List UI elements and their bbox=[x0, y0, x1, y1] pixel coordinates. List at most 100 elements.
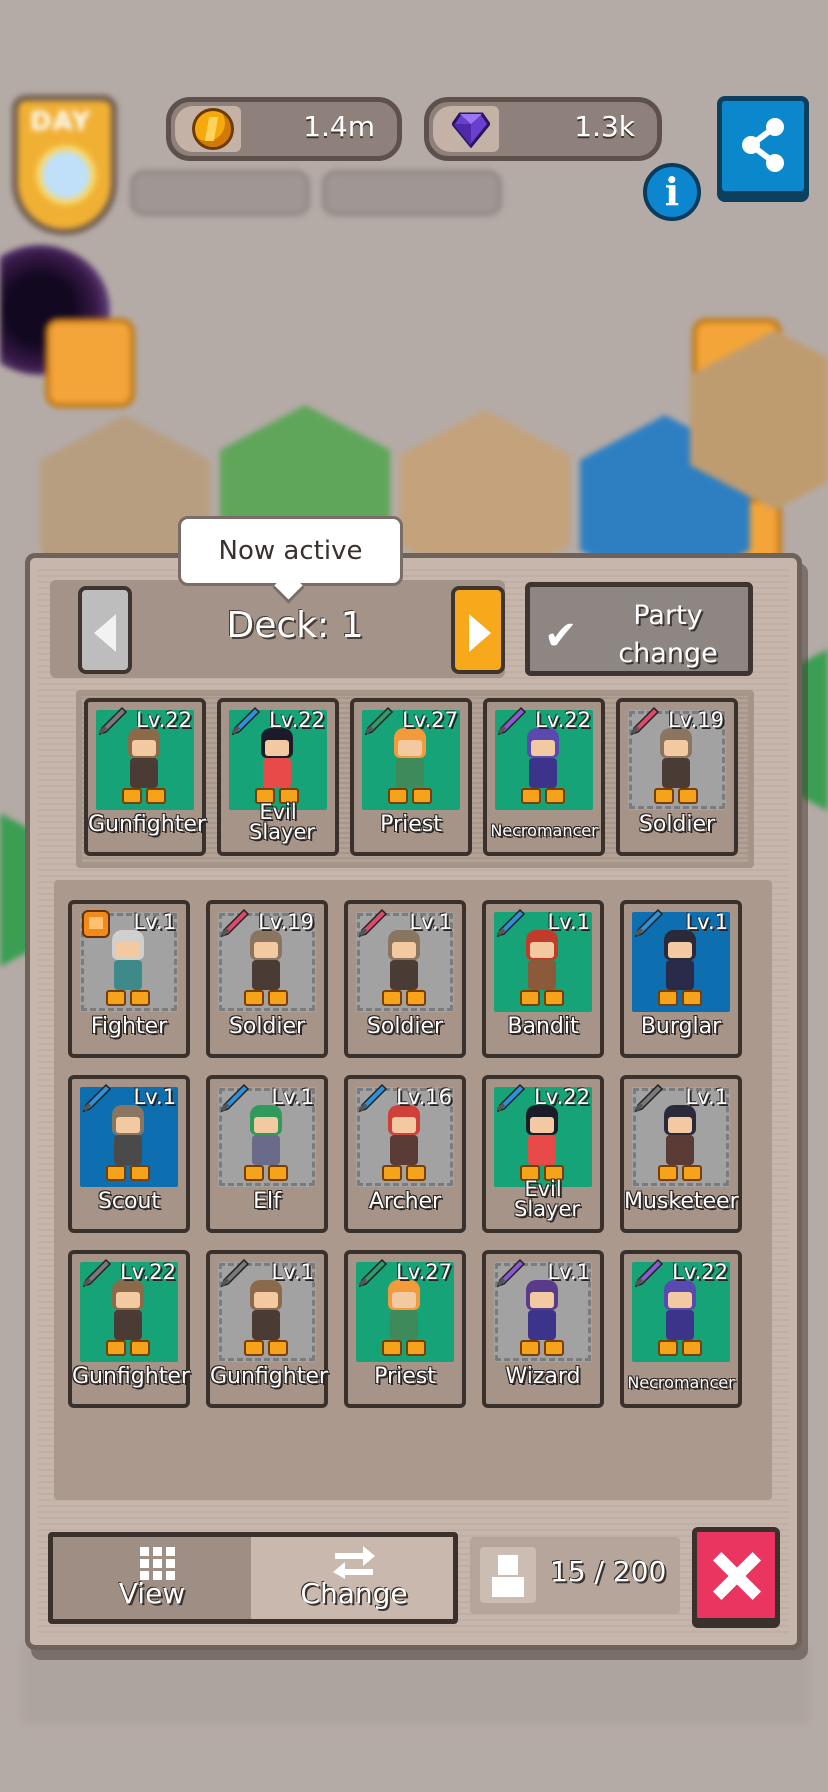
character-name: Musketeer bbox=[624, 1189, 739, 1214]
character-card[interactable]: Lv.19 Soldier bbox=[616, 698, 738, 856]
blue-sword-icon bbox=[496, 1083, 526, 1113]
character-card[interactable]: Lv.22 Gunfighter bbox=[68, 1250, 190, 1408]
blue-spear-icon bbox=[634, 908, 664, 938]
character-card[interactable]: Lv.22 Gunfighter bbox=[84, 698, 206, 856]
character-sprite bbox=[240, 1278, 292, 1360]
unit-count: 15 / 200 bbox=[470, 1537, 680, 1614]
purple-staff-icon bbox=[634, 1258, 664, 1288]
change-tab[interactable]: Change bbox=[255, 1537, 453, 1619]
character-card[interactable]: Lv.16 Archer bbox=[344, 1075, 466, 1233]
character-card[interactable]: Lv.1 Bandit bbox=[482, 900, 604, 1058]
character-level: Lv.1 bbox=[271, 1085, 314, 1109]
gem-counter: 1.3k bbox=[424, 97, 662, 161]
character-sprite bbox=[378, 1103, 430, 1185]
purple-staff-icon bbox=[497, 706, 527, 736]
character-sprite bbox=[240, 1103, 292, 1185]
character-sprite bbox=[251, 726, 303, 808]
character-card[interactable]: Lv.22 Evil Slayer bbox=[482, 1075, 604, 1233]
character-sprite bbox=[516, 1278, 568, 1360]
character-level: Lv.22 bbox=[534, 1085, 590, 1109]
character-level: Lv.1 bbox=[271, 1260, 314, 1284]
character-sprite bbox=[118, 726, 170, 808]
checkmark-icon: ✔ bbox=[544, 613, 578, 659]
character-name: Gunfighter bbox=[210, 1364, 328, 1389]
share-icon bbox=[742, 118, 784, 172]
character-level: Lv.22 bbox=[672, 1260, 728, 1284]
character-sprite bbox=[102, 1278, 154, 1360]
character-sprite bbox=[102, 1103, 154, 1185]
character-level: Lv.27 bbox=[402, 708, 458, 732]
gun-icon bbox=[634, 1083, 664, 1113]
character-name: Priest bbox=[374, 1364, 436, 1389]
character-card[interactable]: Lv.1 Fighter bbox=[68, 900, 190, 1058]
character-sprite bbox=[654, 928, 706, 1010]
character-name: Gunfighter bbox=[88, 812, 206, 837]
blue-sword-icon bbox=[220, 1083, 250, 1113]
character-sprite bbox=[378, 928, 430, 1010]
character-card[interactable]: Lv.27 Priest bbox=[350, 698, 472, 856]
character-name: Fighter bbox=[90, 1014, 168, 1039]
character-name: Soldier bbox=[638, 812, 716, 837]
character-level: Lv.1 bbox=[685, 910, 728, 934]
character-sprite bbox=[650, 726, 702, 808]
deck-label: Deck: 1 bbox=[226, 605, 364, 646]
red-dagger-icon bbox=[220, 908, 250, 938]
share-button[interactable] bbox=[717, 96, 809, 196]
character-level: Lv.27 bbox=[396, 1260, 452, 1284]
person-icon bbox=[480, 1547, 536, 1603]
character-sprite bbox=[384, 726, 436, 808]
character-card[interactable]: Lv.1 Burglar bbox=[620, 900, 742, 1058]
character-name: Necromancer bbox=[490, 821, 598, 840]
character-card[interactable]: Lv.19 Soldier bbox=[206, 900, 328, 1058]
character-card[interactable]: Lv.1 Gunfighter bbox=[206, 1250, 328, 1408]
party-change-button[interactable]: ✔ Party change bbox=[525, 582, 753, 676]
character-name: Evil Slayer bbox=[514, 1177, 581, 1221]
coin-value: 1.4m bbox=[303, 110, 375, 143]
view-tab[interactable]: View bbox=[53, 1537, 251, 1619]
info-button[interactable]: i bbox=[643, 163, 701, 221]
character-card[interactable]: Lv.1 Elf bbox=[206, 1075, 328, 1233]
previous-deck-button[interactable] bbox=[78, 586, 132, 674]
character-name: Evil Slayer bbox=[249, 800, 316, 844]
character-level: Lv.1 bbox=[133, 1085, 176, 1109]
gem-icon bbox=[452, 112, 490, 148]
character-card[interactable]: Lv.22 Necromancer bbox=[620, 1250, 742, 1408]
character-name: Archer bbox=[368, 1189, 442, 1214]
next-deck-button[interactable] bbox=[451, 586, 505, 674]
character-card[interactable]: Lv.1 Scout bbox=[68, 1075, 190, 1233]
blue-sword-icon bbox=[358, 1083, 388, 1113]
character-level: Lv.22 bbox=[269, 708, 325, 732]
coin-counter: 1.4m bbox=[166, 97, 402, 161]
character-sprite bbox=[240, 928, 292, 1010]
view-mode-tabs: View Change bbox=[48, 1532, 458, 1624]
character-name: Soldier bbox=[366, 1014, 444, 1039]
blue-spear-icon bbox=[82, 1083, 112, 1113]
now-active-tooltip: Now active bbox=[178, 516, 403, 586]
change-label: Change bbox=[300, 1577, 408, 1610]
character-card[interactable]: Lv.1 Wizard bbox=[482, 1250, 604, 1408]
red-dagger-icon bbox=[358, 908, 388, 938]
close-button[interactable] bbox=[692, 1527, 780, 1623]
character-card[interactable]: Lv.22 Necromancer bbox=[483, 698, 605, 856]
character-sprite bbox=[516, 928, 568, 1010]
character-card[interactable]: Lv.22 Evil Slayer bbox=[217, 698, 339, 856]
character-card[interactable]: Lv.1 Soldier bbox=[344, 900, 466, 1058]
info-icon: i bbox=[664, 169, 680, 214]
character-card[interactable]: Lv.1 Musketeer bbox=[620, 1075, 742, 1233]
character-level: Lv.22 bbox=[535, 708, 591, 732]
character-sprite bbox=[102, 928, 154, 1010]
character-level: Lv.16 bbox=[396, 1085, 452, 1109]
gun-icon bbox=[220, 1258, 250, 1288]
character-name: Bandit bbox=[507, 1014, 579, 1039]
character-level: Lv.19 bbox=[668, 708, 724, 732]
fist-icon bbox=[82, 910, 110, 938]
blue-spear-icon bbox=[496, 908, 526, 938]
green-staff-icon bbox=[364, 706, 394, 736]
character-sprite bbox=[654, 1278, 706, 1360]
purple-staff-icon bbox=[496, 1258, 526, 1288]
character-card[interactable]: Lv.27 Priest bbox=[344, 1250, 466, 1408]
gun-icon bbox=[82, 1258, 112, 1288]
character-level: Lv.1 bbox=[547, 1260, 590, 1284]
character-name: Necromancer bbox=[627, 1373, 735, 1392]
character-sprite bbox=[378, 1278, 430, 1360]
